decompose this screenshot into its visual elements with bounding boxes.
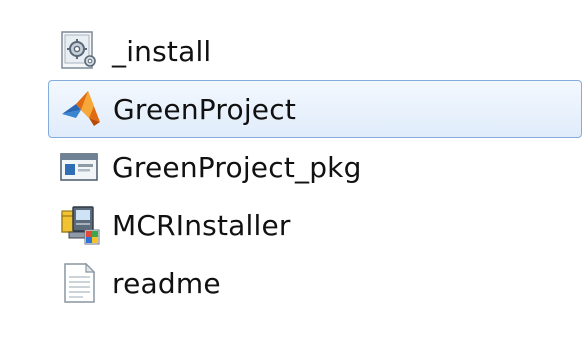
file-name-label: GreenProject <box>113 92 296 126</box>
settings-file-icon <box>58 29 102 73</box>
file-name-label: readme <box>112 266 221 300</box>
file-name-label: _install <box>112 34 212 68</box>
matlab-app-icon <box>59 87 103 131</box>
file-item-install[interactable]: _install <box>48 22 582 80</box>
file-item-readme[interactable]: readme <box>48 254 582 312</box>
file-name-label: GreenProject_pkg <box>112 150 362 184</box>
file-item-greenproject[interactable]: GreenProject <box>48 80 582 138</box>
text-document-icon <box>58 261 102 305</box>
file-item-greenproject-pkg[interactable]: GreenProject_pkg <box>48 138 582 196</box>
application-window-icon <box>58 145 102 189</box>
file-item-mcrinstaller[interactable]: MCRInstaller <box>48 196 582 254</box>
installer-icon <box>58 203 102 247</box>
file-name-label: MCRInstaller <box>112 208 291 242</box>
file-list: _install GreenProject GreenProject_pkg M… <box>48 22 582 312</box>
